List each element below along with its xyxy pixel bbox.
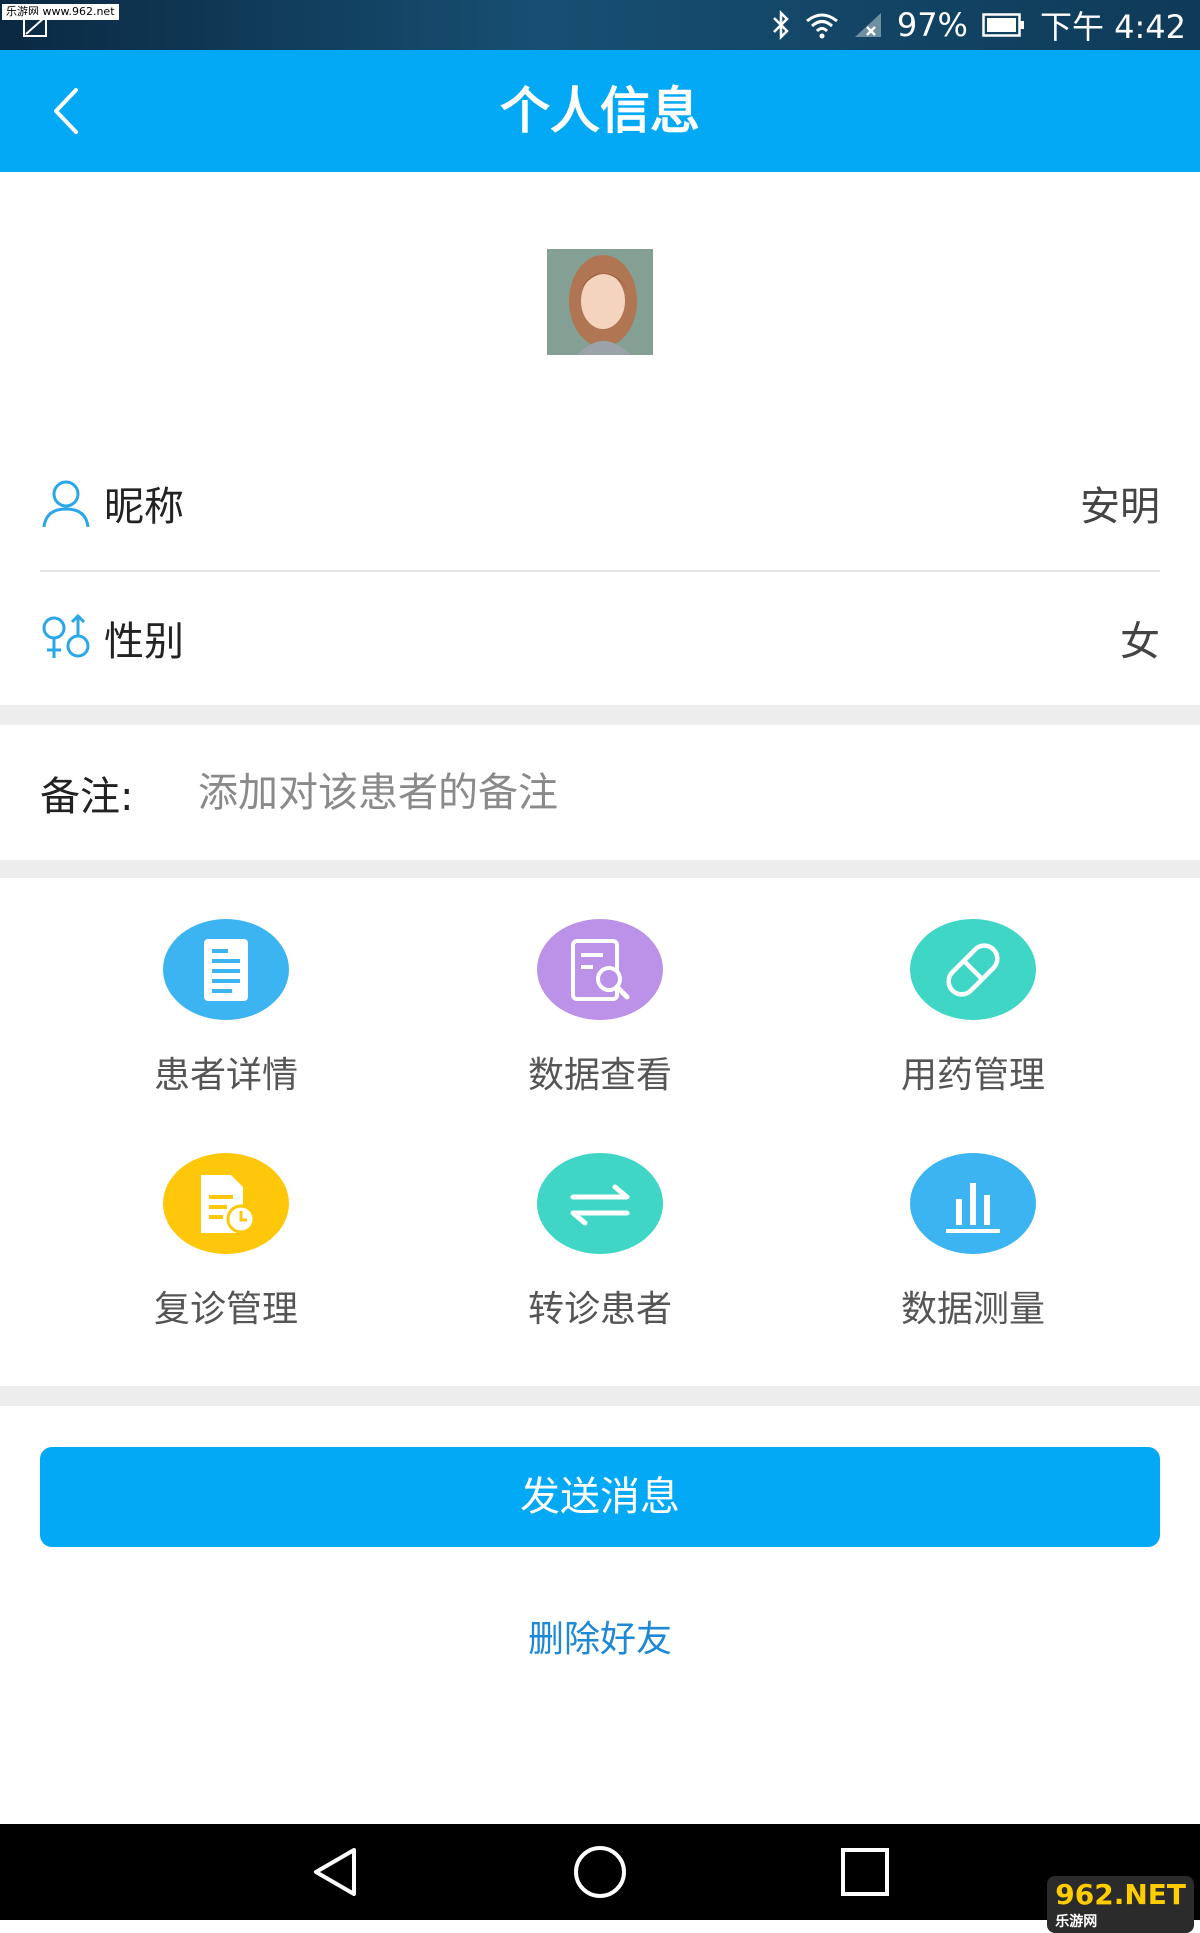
gender-label: 性别 [104, 618, 184, 665]
section-divider [0, 860, 1200, 878]
follow-up-management-button[interactable]: 复诊管理 [96, 1112, 356, 1332]
nav-recents-button[interactable] [835, 1842, 895, 1902]
status-icons: 97% 下午 4:42 [771, 0, 1186, 50]
remark-label: 备注: [40, 773, 134, 820]
avatar[interactable] [547, 249, 653, 355]
gender-icon [42, 613, 90, 658]
bluetooth-icon [771, 10, 791, 40]
bar-chart-icon [910, 1153, 1036, 1254]
title-bar: 个人信息 [0, 50, 1200, 172]
function-label: 数据查看 [527, 1055, 672, 1096]
back-button[interactable] [30, 76, 100, 146]
nav-home-button[interactable] [570, 1842, 630, 1902]
remark-input[interactable] [198, 769, 1098, 816]
transfer-patient-button[interactable]: 转诊患者 [470, 1112, 730, 1332]
nickname-value: 安明 [1080, 483, 1160, 530]
function-label: 复诊管理 [153, 1289, 298, 1330]
function-label: 用药管理 [900, 1055, 1045, 1096]
document-clock-icon [163, 1153, 289, 1254]
wifi-icon [805, 11, 839, 39]
battery-percent: 97% [896, 6, 968, 44]
function-label: 转诊患者 [527, 1289, 672, 1330]
data-measurement-button[interactable]: 数据测量 [843, 1112, 1103, 1332]
function-label: 患者详情 [153, 1055, 298, 1096]
site-logo-subtext: 乐游网 [1055, 1914, 1098, 1930]
send-message-button[interactable]: 发送消息 [40, 1447, 1160, 1547]
remark-row: 备注: [0, 725, 1200, 860]
patient-details-button[interactable]: 患者详情 [96, 878, 356, 1098]
data-view-button[interactable]: 数据查看 [470, 878, 730, 1098]
circle-home-icon [574, 1846, 626, 1898]
portrait-image [547, 249, 653, 355]
status-bar: 乐游网 www.962.net 97% 下午 4:42 [0, 0, 1200, 50]
pill-icon [910, 919, 1036, 1020]
page-title: 个人信息 [500, 82, 700, 140]
site-logo-text: 962.NET [1055, 1878, 1186, 1911]
document-icon [163, 919, 289, 1020]
function-grid: 患者详情 数据查看 用药管理 复诊管理 转诊患者 数据测量 [0, 878, 1200, 1386]
triangle-back-icon [314, 1848, 356, 1896]
function-label: 数据测量 [900, 1289, 1045, 1330]
square-recents-icon [841, 1848, 889, 1896]
gender-row[interactable]: 性别 女 [40, 570, 1160, 705]
battery-icon [982, 12, 1026, 38]
signal-icon [853, 11, 883, 39]
watermark: 乐游网 www.962.net [2, 4, 119, 20]
nav-back-button[interactable] [306, 1842, 366, 1902]
chevron-left-icon [54, 88, 78, 134]
site-logo: 962.NET 乐游网 [1047, 1876, 1194, 1933]
transfer-arrows-icon [537, 1153, 663, 1254]
medication-management-button[interactable]: 用药管理 [843, 878, 1103, 1098]
nickname-row[interactable]: 昵称 安明 [40, 435, 1160, 572]
clock: 下午 4:42 [1039, 8, 1186, 46]
nickname-label: 昵称 [104, 483, 184, 530]
search-document-icon [537, 919, 663, 1020]
section-divider [0, 705, 1200, 725]
screenshot-icon [22, 14, 48, 42]
user-icon [42, 480, 90, 527]
section-divider [0, 1386, 1200, 1406]
delete-friend-link[interactable]: 删除好友 [0, 1610, 1200, 1662]
gender-value: 女 [1120, 618, 1160, 665]
navigation-bar: 962.NET 乐游网 [0, 1824, 1200, 1933]
